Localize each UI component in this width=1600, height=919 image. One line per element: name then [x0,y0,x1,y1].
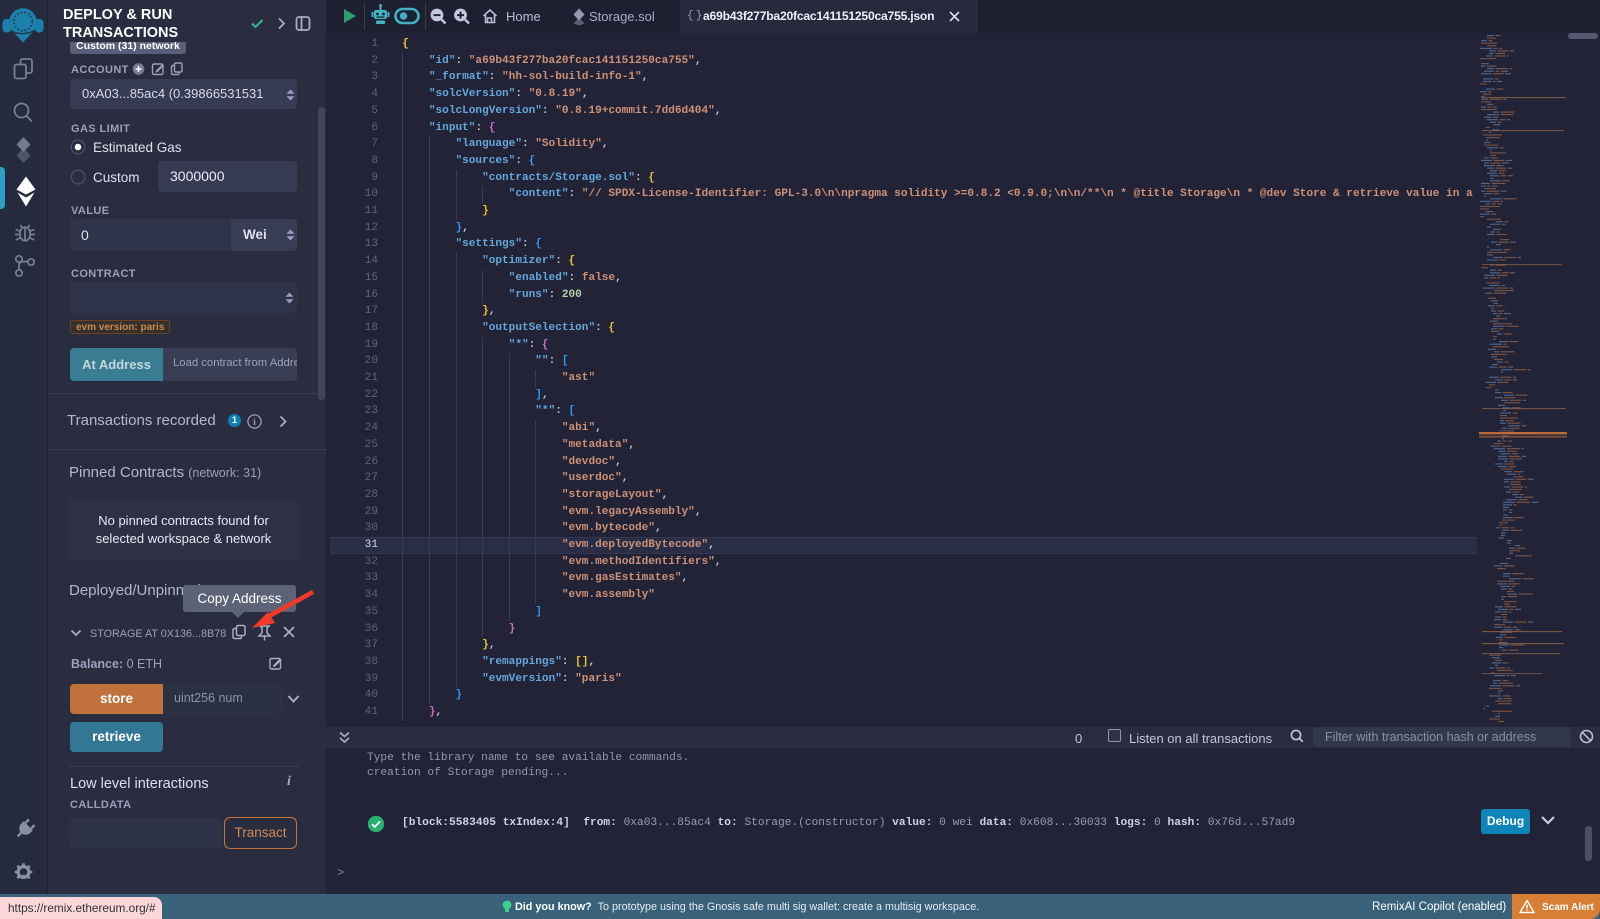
svg-text:i: i [253,417,256,427]
